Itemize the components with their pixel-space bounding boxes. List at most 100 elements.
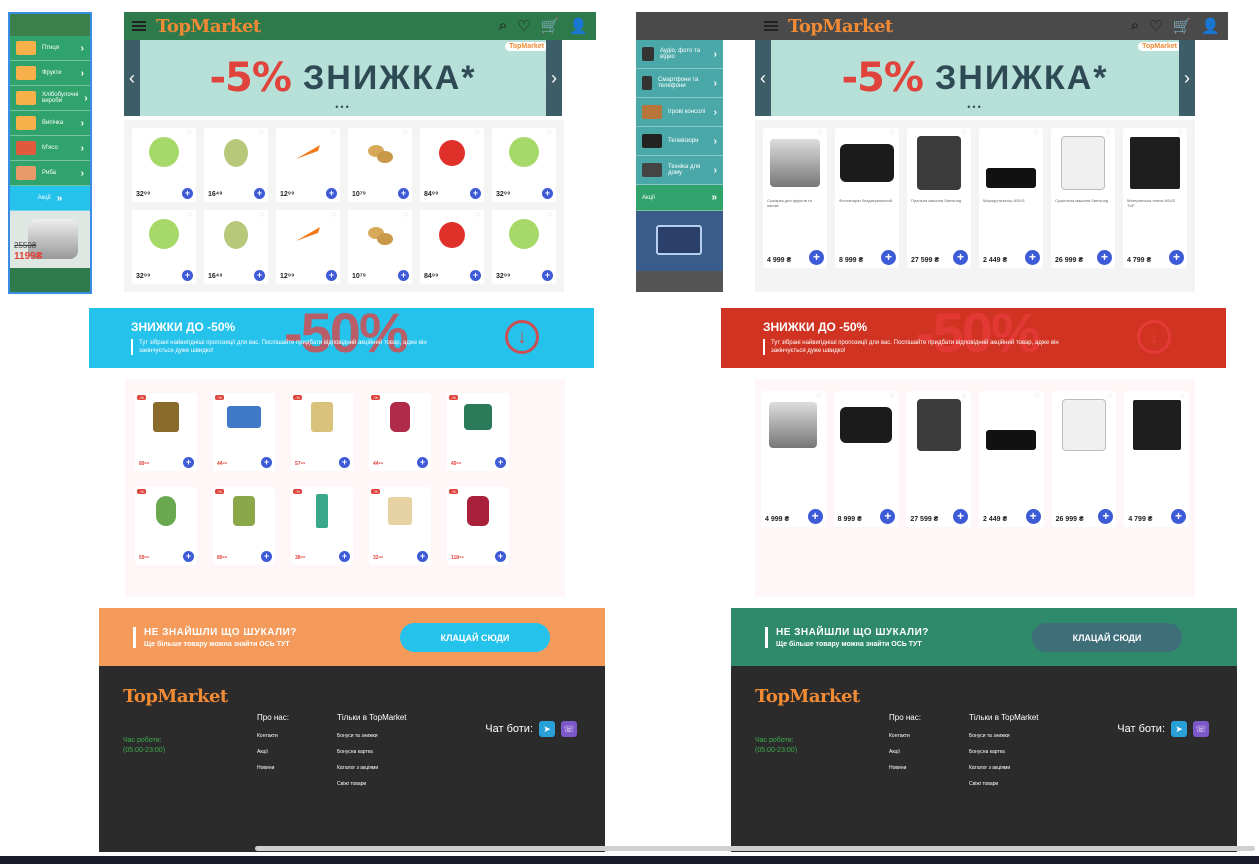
product-card[interactable]: ♡ Фотоапарат бездзеркальний 8 999 ₴ +: [835, 128, 899, 268]
footer-link[interactable]: Свіжі товари: [337, 776, 407, 792]
footer-link[interactable]: Акції: [257, 744, 289, 760]
footer-logo[interactable]: TopMarket: [755, 686, 860, 707]
product-card[interactable]: ♡ Материнська плата ASUS TUF 4 799 ₴ +: [1123, 128, 1187, 268]
footer-link[interactable]: Контакти: [889, 728, 921, 744]
heart-icon[interactable]: ♡: [475, 212, 480, 219]
sale-card[interactable]: -% 38⁹⁹ +: [291, 487, 353, 565]
heart-icon[interactable]: ♡: [331, 212, 336, 219]
add-to-cart-button[interactable]: +: [1025, 509, 1041, 524]
right-sale-strip[interactable]: -50% ЗНИЖКИ ДО -50% Тут зібрані найвигід…: [721, 308, 1226, 368]
add-to-cart-button[interactable]: +: [1170, 509, 1186, 524]
heart-icon[interactable]: ♡: [962, 130, 967, 137]
add-to-cart-button[interactable]: +: [182, 188, 193, 199]
sidebar-item-consoles[interactable]: Ігрові консолі ›: [636, 98, 723, 127]
add-to-cart-button[interactable]: +: [417, 551, 428, 562]
product-card[interactable]: ♡ Маршрутизатор ASUS 2 449 ₴ +: [979, 128, 1043, 268]
add-to-cart-button[interactable]: +: [326, 188, 337, 199]
left-sale-strip[interactable]: -50% ЗНИЖКИ ДО -50% Тут зібрані найвигід…: [89, 308, 594, 368]
heart-icon[interactable]: ♡: [889, 393, 894, 400]
product-card[interactable]: ♡ 16⁴⁹ +: [204, 128, 268, 202]
add-to-cart-button[interactable]: +: [881, 250, 896, 265]
logo[interactable]: TopMarket: [788, 16, 893, 37]
logo[interactable]: TopMarket: [156, 16, 261, 37]
add-to-cart-button[interactable]: +: [182, 270, 193, 281]
footer-link[interactable]: Бонуси та знижки: [969, 728, 1039, 744]
add-to-cart-button[interactable]: +: [542, 270, 553, 281]
footer-link[interactable]: Свіжі товари: [969, 776, 1039, 792]
product-card[interactable]: ♡ 12⁹⁹ +: [276, 210, 340, 284]
footer-link[interactable]: Новини: [257, 760, 289, 776]
heart-icon[interactable]: ♡: [517, 17, 530, 35]
heart-icon[interactable]: ♡: [187, 212, 192, 219]
horizontal-scrollbar[interactable]: [255, 846, 1255, 851]
footer-link[interactable]: Контакти: [257, 728, 289, 744]
product-card[interactable]: ♡ 32⁹⁹ +: [492, 128, 556, 202]
sidebar-ad[interactable]: [636, 211, 723, 271]
heart-icon[interactable]: ♡: [962, 393, 967, 400]
slider-dots[interactable]: •••: [335, 102, 350, 112]
heart-icon[interactable]: ♡: [1107, 393, 1112, 400]
add-to-cart-button[interactable]: +: [254, 270, 265, 281]
sale-card[interactable]: ♡ 26 999 ₴ +: [1051, 391, 1117, 527]
sale-card[interactable]: -% 49⁹⁹ +: [447, 393, 509, 471]
sale-card[interactable]: -% 57⁹⁹ +: [291, 393, 353, 471]
footer-logo[interactable]: TopMarket: [123, 686, 228, 707]
heart-icon[interactable]: ♡: [403, 130, 408, 137]
sale-card[interactable]: -% 59⁹⁹ +: [135, 487, 197, 565]
add-to-cart-button[interactable]: +: [880, 509, 896, 524]
sidebar-item-audio[interactable]: Аудіо, фото та відео ›: [636, 40, 723, 69]
add-to-cart-button[interactable]: +: [183, 457, 194, 468]
sidebar-item-phones[interactable]: Смартфони та телефони ›: [636, 69, 723, 98]
footer-link[interactable]: Каталог з акціями: [969, 760, 1039, 776]
heart-icon[interactable]: ♡: [1034, 393, 1039, 400]
add-to-cart-button[interactable]: +: [495, 551, 506, 562]
heart-icon[interactable]: ♡: [331, 130, 336, 137]
sidebar-item-fruits[interactable]: Фрукти ›: [10, 61, 90, 86]
add-to-cart-button[interactable]: +: [254, 188, 265, 199]
heart-icon[interactable]: ♡: [1034, 130, 1039, 137]
sale-card[interactable]: ♡ 2 449 ₴ +: [978, 391, 1044, 527]
heart-icon[interactable]: ♡: [259, 130, 264, 137]
prev-slide-button[interactable]: ‹: [755, 40, 771, 116]
sale-card[interactable]: -% 32⁹⁹ +: [369, 487, 431, 565]
product-card[interactable]: ♡ 32⁹⁹ +: [492, 210, 556, 284]
heart-icon[interactable]: ♡: [1149, 17, 1162, 35]
menu-icon[interactable]: [764, 21, 778, 31]
add-to-cart-button[interactable]: +: [339, 551, 350, 562]
sidebar-item-pastry[interactable]: Випічка ›: [10, 111, 90, 136]
add-to-cart-button[interactable]: +: [1098, 509, 1114, 524]
sale-card[interactable]: -% 89⁹⁹ +: [135, 393, 197, 471]
add-to-cart-button[interactable]: +: [495, 457, 506, 468]
footer-link[interactable]: Бонуси та знижки: [337, 728, 407, 744]
sale-card[interactable]: -% 118⁹⁹ +: [447, 487, 509, 565]
sidebar-item-fish[interactable]: Риба ›: [10, 161, 90, 186]
add-to-cart-button[interactable]: +: [1025, 250, 1040, 265]
add-to-cart-button[interactable]: +: [261, 457, 272, 468]
footer-link[interactable]: Бонусна картка: [337, 744, 407, 760]
add-to-cart-button[interactable]: +: [326, 270, 337, 281]
user-icon[interactable]: 👤: [1201, 17, 1220, 35]
product-card[interactable]: ♡ Сушильна машина Samsung 26 999 ₴ +: [1051, 128, 1115, 268]
product-card[interactable]: ♡ 12⁹⁹ +: [276, 128, 340, 202]
heart-icon[interactable]: ♡: [547, 130, 552, 137]
product-card[interactable]: ♡ 32⁹⁹ +: [132, 128, 196, 202]
sale-card[interactable]: -% 44⁹⁹ +: [369, 393, 431, 471]
add-to-cart-button[interactable]: +: [542, 188, 553, 199]
product-card[interactable]: ♡ 16⁴⁹ +: [204, 210, 268, 284]
add-to-cart-button[interactable]: +: [398, 270, 409, 281]
heart-icon[interactable]: ♡: [818, 130, 823, 137]
cta-button[interactable]: КЛАЦАЙ СЮДИ: [1032, 623, 1182, 652]
menu-icon[interactable]: [132, 21, 146, 31]
sale-card[interactable]: -% 89⁹⁹ +: [213, 487, 275, 565]
product-card[interactable]: ♡ 10⁷⁹ +: [348, 128, 412, 202]
heart-icon[interactable]: ♡: [187, 130, 192, 137]
footer-link[interactable]: Каталог з акціями: [337, 760, 407, 776]
heart-icon[interactable]: ♡: [259, 212, 264, 219]
heart-icon[interactable]: ♡: [1180, 393, 1185, 400]
sidebar-item-poultry[interactable]: Птиця ›: [10, 36, 90, 61]
add-to-cart-button[interactable]: +: [398, 188, 409, 199]
slider-dots[interactable]: •••: [967, 102, 982, 112]
add-to-cart-button[interactable]: +: [339, 457, 350, 468]
next-slide-button[interactable]: ›: [1179, 40, 1195, 116]
product-card[interactable]: ♡ 84⁹⁹ +: [420, 210, 484, 284]
